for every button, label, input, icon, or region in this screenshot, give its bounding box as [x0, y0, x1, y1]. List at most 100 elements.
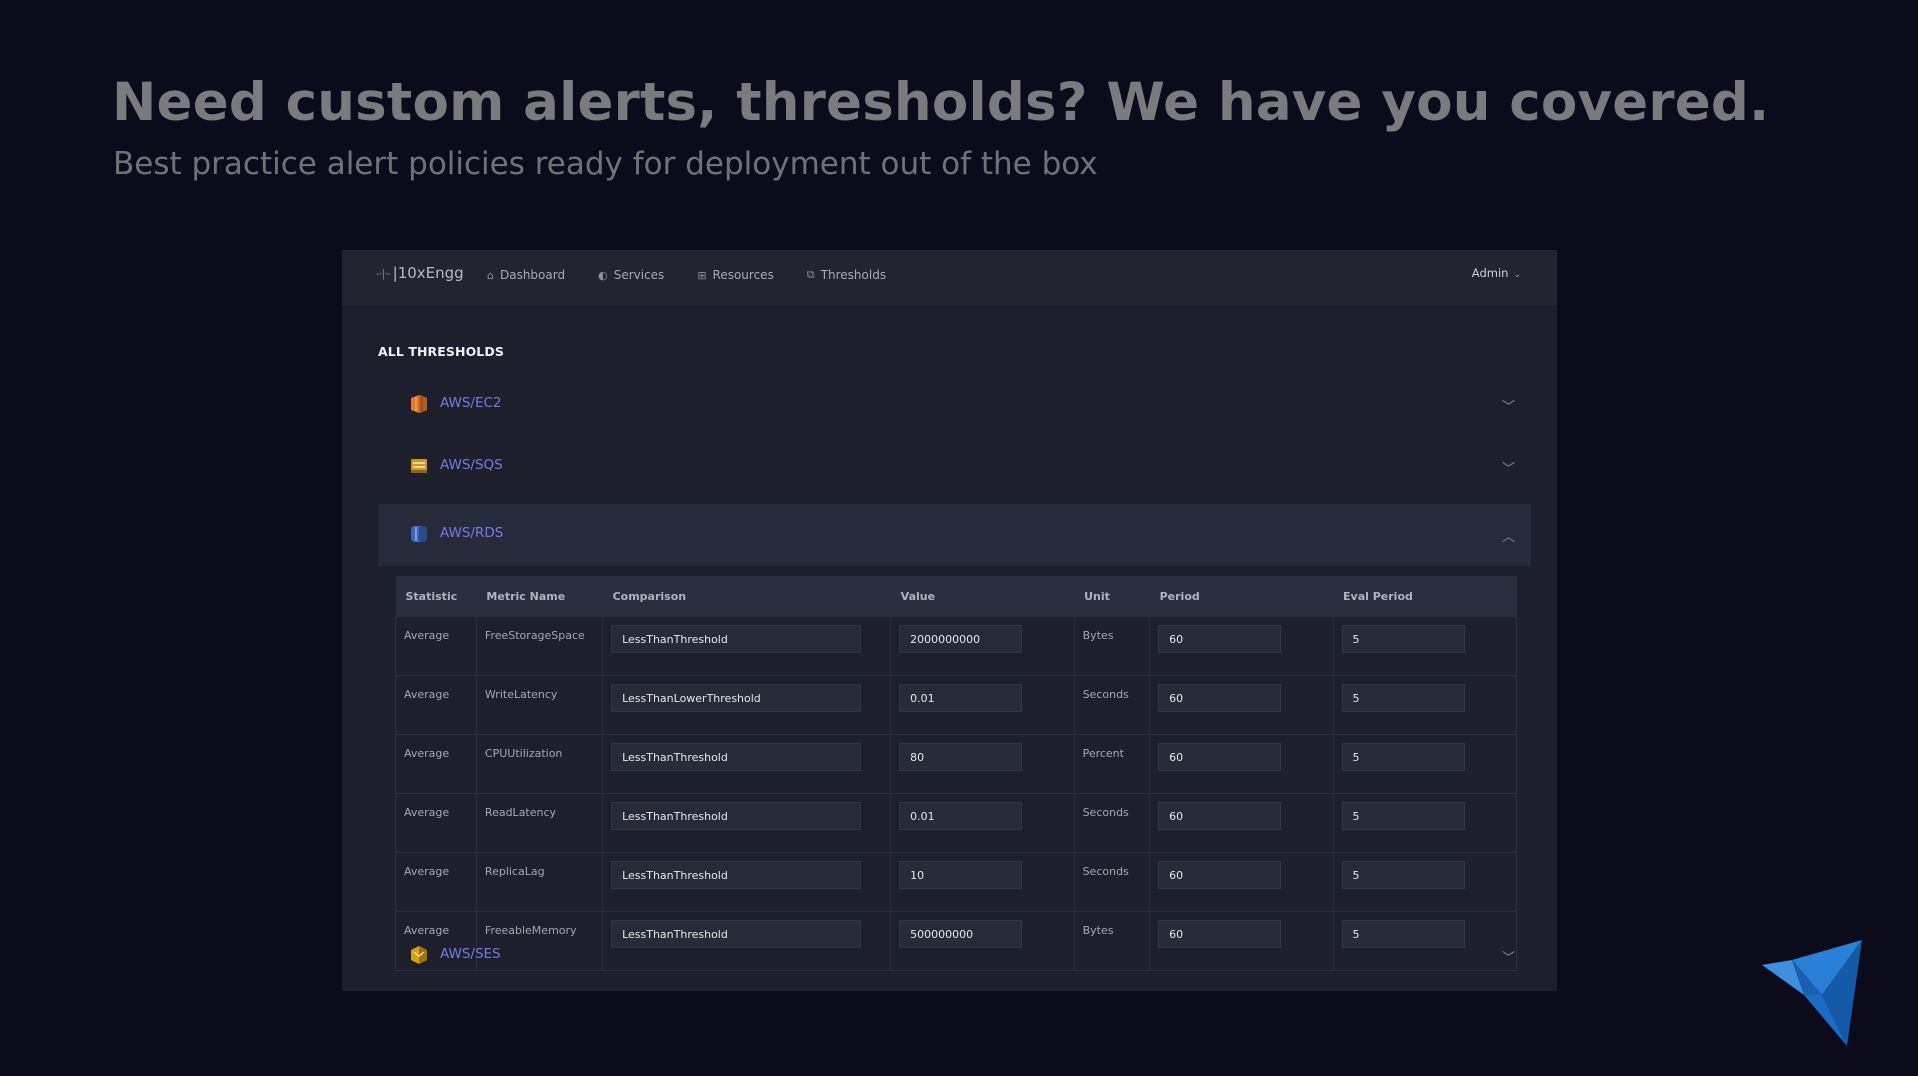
comparison-cell	[602, 793, 892, 853]
cell-unit: Seconds	[1073, 793, 1151, 853]
eval-period-input[interactable]	[1341, 684, 1465, 712]
table-row: AverageReadLatency Seconds	[395, 793, 1518, 853]
period-input[interactable]	[1158, 802, 1282, 830]
comparison-input[interactable]	[611, 684, 862, 712]
brand-bird-logo	[1762, 940, 1862, 1046]
period-cell	[1149, 734, 1334, 794]
table-row: AverageCPUUtilization Percent	[395, 734, 1518, 794]
period-input[interactable]	[1158, 861, 1282, 889]
cell-statistic: Average	[395, 852, 477, 912]
chevron-down-icon: ﹀	[1501, 400, 1515, 415]
column-header-unit: Unit	[1074, 576, 1150, 617]
value-cell	[890, 616, 1075, 676]
period-input[interactable]	[1158, 684, 1282, 712]
promo-subheadline: Best practice alert policies ready for d…	[113, 146, 1098, 182]
nav-item-label: Dashboard	[499, 268, 566, 282]
period-input[interactable]	[1158, 743, 1282, 771]
cell-statistic: Average	[395, 675, 477, 735]
eval-period-cell	[1332, 675, 1518, 735]
table-header-row: Statistic Metric Name Comparison Value U…	[395, 576, 1517, 617]
value-input[interactable]	[899, 625, 1023, 653]
comparison-input[interactable]	[611, 743, 862, 771]
column-header-comparison: Comparison	[602, 576, 891, 617]
cell-unit: Seconds	[1073, 675, 1151, 735]
user-name: Admin	[1471, 266, 1509, 280]
group-aws-ec2[interactable]: AWS/EC2 ﹀	[378, 374, 1531, 436]
table-row: AverageFreeStorageSpace Bytes	[395, 616, 1518, 676]
logo[interactable]: -·|·- |10xEngg	[376, 264, 464, 282]
cell-statistic: Average	[395, 793, 477, 853]
group-label: AWS/RDS	[440, 525, 504, 541]
comparison-cell	[602, 734, 892, 794]
eval-period-cell	[1332, 616, 1518, 676]
period-cell	[1149, 852, 1334, 912]
comparison-input[interactable]	[611, 802, 862, 830]
cell-unit: Seconds	[1073, 852, 1151, 912]
group-label: AWS/EC2	[440, 395, 502, 411]
thresholds-icon: ⧉	[806, 268, 815, 281]
services-icon: ◐	[598, 268, 608, 282]
cell-metric-name: WriteLatency	[475, 675, 604, 735]
nav-item-dashboard[interactable]: ⌂ Dashboard	[487, 268, 565, 282]
comparison-cell	[602, 616, 892, 676]
chevron-up-icon: ︿	[1501, 530, 1515, 545]
cell-statistic: Average	[395, 616, 477, 676]
comparison-cell	[602, 852, 892, 912]
value-cell	[890, 734, 1075, 794]
group-aws-rds[interactable]: AWS/RDS ︿	[378, 504, 1531, 566]
cell-unit: Bytes	[1073, 616, 1151, 676]
nav-item-label: Thresholds	[820, 268, 887, 282]
column-header-statistic: Statistic	[395, 576, 477, 617]
period-cell	[1149, 793, 1334, 853]
page-title: ALL THRESHOLDS	[378, 344, 504, 359]
home-icon: ⌂	[487, 268, 494, 282]
group-label: AWS/SES	[440, 946, 501, 962]
value-cell	[890, 793, 1075, 853]
aws-ses-icon	[411, 946, 427, 964]
cell-unit: Percent	[1073, 734, 1151, 794]
table-row: AverageWriteLatency Seconds	[395, 675, 1518, 735]
period-cell	[1149, 616, 1334, 676]
eval-period-input[interactable]	[1341, 802, 1465, 830]
cell-metric-name: ReadLatency	[475, 793, 604, 853]
value-input[interactable]	[899, 861, 1023, 889]
thresholds-table: Statistic Metric Name Comparison Value U…	[395, 576, 1518, 971]
eval-period-cell	[1332, 852, 1518, 912]
chevron-down-icon: ﹀	[1501, 951, 1515, 966]
aws-ec2-icon	[411, 395, 427, 413]
eval-period-input[interactable]	[1341, 625, 1465, 653]
nav-item-resources[interactable]: ⊞ Resources	[697, 268, 774, 282]
nav-item-thresholds[interactable]: ⧉ Thresholds	[807, 268, 886, 282]
cell-statistic: Average	[395, 734, 477, 794]
logo-mark: -·|·-	[376, 266, 391, 280]
table-row: AverageReplicaLag Seconds	[395, 852, 1518, 912]
column-header-period: Period	[1149, 576, 1334, 617]
chevron-down-icon: ⌄	[1513, 270, 1521, 280]
aws-rds-icon	[411, 526, 427, 542]
eval-period-input[interactable]	[1341, 861, 1465, 889]
period-cell	[1149, 675, 1334, 735]
resources-icon: ⊞	[697, 268, 707, 282]
eval-period-input[interactable]	[1341, 743, 1465, 771]
column-header-value: Value	[890, 576, 1075, 617]
comparison-input[interactable]	[611, 861, 862, 889]
group-label: AWS/SQS	[440, 457, 503, 473]
column-header-metric-name: Metric Name	[476, 576, 603, 617]
nav-item-services[interactable]: ◐ Services	[598, 268, 664, 282]
nav-item-label: Services	[613, 268, 665, 282]
value-input[interactable]	[899, 684, 1023, 712]
group-aws-ses[interactable]: AWS/SES ﹀	[378, 925, 1531, 987]
user-menu[interactable]: Admin ⌄	[1472, 266, 1521, 280]
period-input[interactable]	[1158, 625, 1282, 653]
top-nav: -·|·- |10xEngg ⌂ Dashboard ◐ Services ⊞ …	[342, 250, 1557, 307]
comparison-input[interactable]	[611, 625, 862, 653]
logo-text: |10xEngg	[392, 264, 464, 282]
value-input[interactable]	[899, 802, 1023, 830]
comparison-cell	[602, 675, 892, 735]
value-cell	[890, 675, 1075, 735]
promo-headline: Need custom alerts, thresholds? We have …	[112, 72, 1770, 133]
group-aws-sqs[interactable]: AWS/SQS ﹀	[378, 436, 1531, 498]
chevron-down-icon: ﹀	[1501, 462, 1515, 477]
value-input[interactable]	[899, 743, 1023, 771]
value-cell	[890, 852, 1075, 912]
